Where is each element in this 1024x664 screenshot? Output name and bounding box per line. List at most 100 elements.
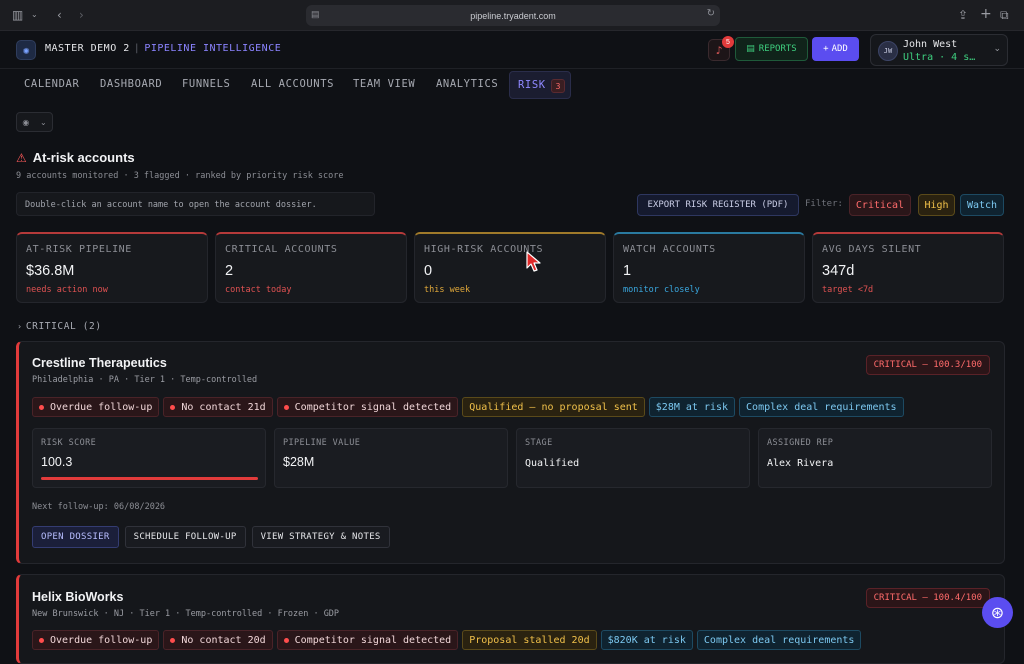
url-text: pipeline.tryadent.com <box>470 10 556 21</box>
tab-analytics[interactable]: ANALYTICS <box>436 78 498 90</box>
stat-avg-days-silent: AVG DAYS SILENT 347d target <7d <box>812 232 1004 303</box>
stat-value: 2 <box>225 263 234 279</box>
next-follow-up: Next follow-up: 06/08/2026 <box>32 502 166 512</box>
notification-badge: 5 <box>722 36 734 48</box>
stat-high-risk-accounts: HIGH-RISK ACCOUNTS 0 this week <box>414 232 606 303</box>
sidebar-toggle-icon[interactable]: ▥ <box>12 8 23 22</box>
risk-tag: Proposal stalled 20d <box>462 630 597 650</box>
metric-value: $28M <box>283 455 315 469</box>
warning-icon: ⚠ <box>16 150 27 165</box>
risk-tag: Competitor signal detected <box>276 630 459 650</box>
risk-score-bar <box>41 477 258 480</box>
stat-value: 0 <box>424 263 433 279</box>
lifebuoy-icon: ⊛ <box>990 603 1005 622</box>
metric-stage: STAGE Qualified <box>516 428 750 488</box>
forward-icon[interactable]: › <box>79 8 84 22</box>
workspace-name: MASTER DEMO 2 <box>45 43 130 54</box>
metric-label: RISK SCORE <box>41 438 97 448</box>
stat-label: WATCH ACCOUNTS <box>623 244 716 255</box>
stat-note: monitor closely <box>623 285 700 295</box>
account-name[interactable]: Crestline Therapeutics <box>32 356 167 370</box>
account-location: New Brunswick · NJ · Tier 1 · Temp-contr… <box>32 609 340 619</box>
filter-critical[interactable]: Critical <box>849 194 911 216</box>
app-header: ✺ MASTER DEMO 2 | PIPELINE INTELLIGENCE ♪ … <box>0 31 1024 69</box>
stat-label: AVG DAYS SILENT <box>822 244 922 255</box>
tab-funnels[interactable]: FUNNELS <box>182 78 230 90</box>
app-logo-icon[interactable]: ✺ <box>16 40 36 60</box>
browser-toolbar: ▥ ⌄ ‹ › ▤ pipeline.tryadent.com ↻ ⇪ + ⧉ <box>0 0 1024 31</box>
risk-tag: Qualified — no proposal sent <box>462 397 645 417</box>
tab-dashboard[interactable]: DASHBOARD <box>100 78 162 90</box>
account-location: Philadelphia · PA · Tier 1 · Temp-contro… <box>32 375 258 385</box>
help-button[interactable]: ⊛ <box>982 597 1013 628</box>
report-icon: ▤ <box>746 44 755 54</box>
stat-note: needs action now <box>26 285 108 295</box>
tab-risk-count: 3 <box>551 79 565 93</box>
filter-high[interactable]: High <box>918 194 955 216</box>
tab-overview-icon[interactable]: ⧉ <box>1000 8 1009 23</box>
risk-score-fill <box>41 477 258 480</box>
tab-team-view[interactable]: TEAM VIEW <box>353 78 415 90</box>
tab-calendar[interactable]: CALENDAR <box>24 78 79 90</box>
account-card: Helix BioWorks New Brunswick · NJ · Tier… <box>16 574 1005 664</box>
stat-value: $36.8M <box>26 263 75 279</box>
risk-tag: $28M at risk <box>648 397 736 417</box>
plus-icon: + <box>823 44 829 54</box>
metric-label: PIPELINE VALUE <box>283 438 361 448</box>
stat-value: 1 <box>623 263 632 279</box>
stat-watch-accounts: WATCH ACCOUNTS 1 monitor closely <box>613 232 805 303</box>
metric-risk-score: RISK SCORE 100.3 <box>32 428 266 488</box>
user-menu[interactable]: JW John West Ultra · 4 s… ⌄ <box>870 34 1008 66</box>
reports-label: REPORTS <box>758 44 797 54</box>
risk-tag: $820K at risk <box>600 630 693 650</box>
account-actions: OPEN DOSSIER SCHEDULE FOLLOW-UP VIEW STR… <box>32 526 390 548</box>
tab-risk[interactable]: RISK 3 <box>509 71 571 99</box>
schedule-follow-up-button[interactable]: SCHEDULE FOLLOW-UP <box>124 526 246 548</box>
add-button[interactable]: + ADD <box>812 37 859 61</box>
export-risk-register-button[interactable]: EXPORT RISK REGISTER (PDF) <box>637 194 799 216</box>
reports-button[interactable]: ▤ REPORTS <box>735 37 808 61</box>
chevron-down-icon: ⌄ <box>993 44 1001 54</box>
new-tab-icon[interactable]: + <box>980 6 992 22</box>
tab-all-accounts[interactable]: ALL ACCOUNTS <box>251 78 334 90</box>
chevron-right-icon: › <box>18 322 22 331</box>
metric-label: ASSIGNED REP <box>767 438 834 448</box>
stat-at-risk-pipeline: AT-RISK PIPELINE $36.8M needs action now <box>16 232 208 303</box>
page-subtitle: 9 accounts monitored · 3 flagged · ranke… <box>16 171 344 181</box>
risk-badge: CRITICAL — 100.3/100 <box>865 355 990 375</box>
page-title-text: At-risk accounts <box>32 150 135 165</box>
page-title: ⚠ At-risk accounts <box>16 150 135 165</box>
mouse-cursor-icon <box>526 251 541 272</box>
avatar: JW <box>878 41 898 61</box>
user-name: John West <box>903 39 958 50</box>
site-info-icon[interactable]: ▤ <box>311 9 320 20</box>
tab-risk-label: RISK <box>518 79 546 91</box>
account-card: Crestline Therapeutics Philadelphia · PA… <box>16 341 1005 564</box>
metric-value: 100.3 <box>41 455 73 469</box>
metric-value: Qualified <box>525 458 580 469</box>
chevron-down-icon[interactable]: ⌄ <box>31 10 38 19</box>
address-bar[interactable]: ▤ pipeline.tryadent.com ↻ <box>306 5 720 26</box>
group-label: CRITICAL (2) <box>25 321 102 332</box>
share-icon[interactable]: ⇪ <box>958 8 968 22</box>
brand: MASTER DEMO 2 | PIPELINE INTELLIGENCE <box>45 43 282 54</box>
account-name[interactable]: Helix BioWorks <box>32 590 123 604</box>
notifications-button[interactable]: ♪ 5 <box>708 36 734 61</box>
group-toggle-critical[interactable]: › CRITICAL (2) <box>18 321 102 332</box>
risk-tag: No contact 21d <box>163 397 273 417</box>
product-name: PIPELINE INTELLIGENCE <box>144 43 282 54</box>
view-selector[interactable]: ◉ ⌄ <box>16 112 53 132</box>
back-icon[interactable]: ‹ <box>57 8 62 22</box>
filter-label: Filter: <box>805 199 843 209</box>
open-dossier-button[interactable]: OPEN DOSSIER <box>32 526 119 548</box>
metric-label: STAGE <box>525 438 553 448</box>
risk-badge: CRITICAL — 100.4/100 <box>865 588 990 608</box>
stat-note: target <7d <box>822 285 874 295</box>
stat-label: CRITICAL ACCOUNTS <box>225 244 338 255</box>
stat-note: contact today <box>225 285 292 295</box>
risk-tag: Complex deal requirements <box>739 397 904 417</box>
risk-tag: No contact 20d <box>163 630 273 650</box>
reload-icon[interactable]: ↻ <box>707 8 715 19</box>
filter-watch[interactable]: Watch <box>960 194 1004 216</box>
view-strategy-notes-button[interactable]: VIEW STRATEGY & NOTES <box>251 526 390 548</box>
